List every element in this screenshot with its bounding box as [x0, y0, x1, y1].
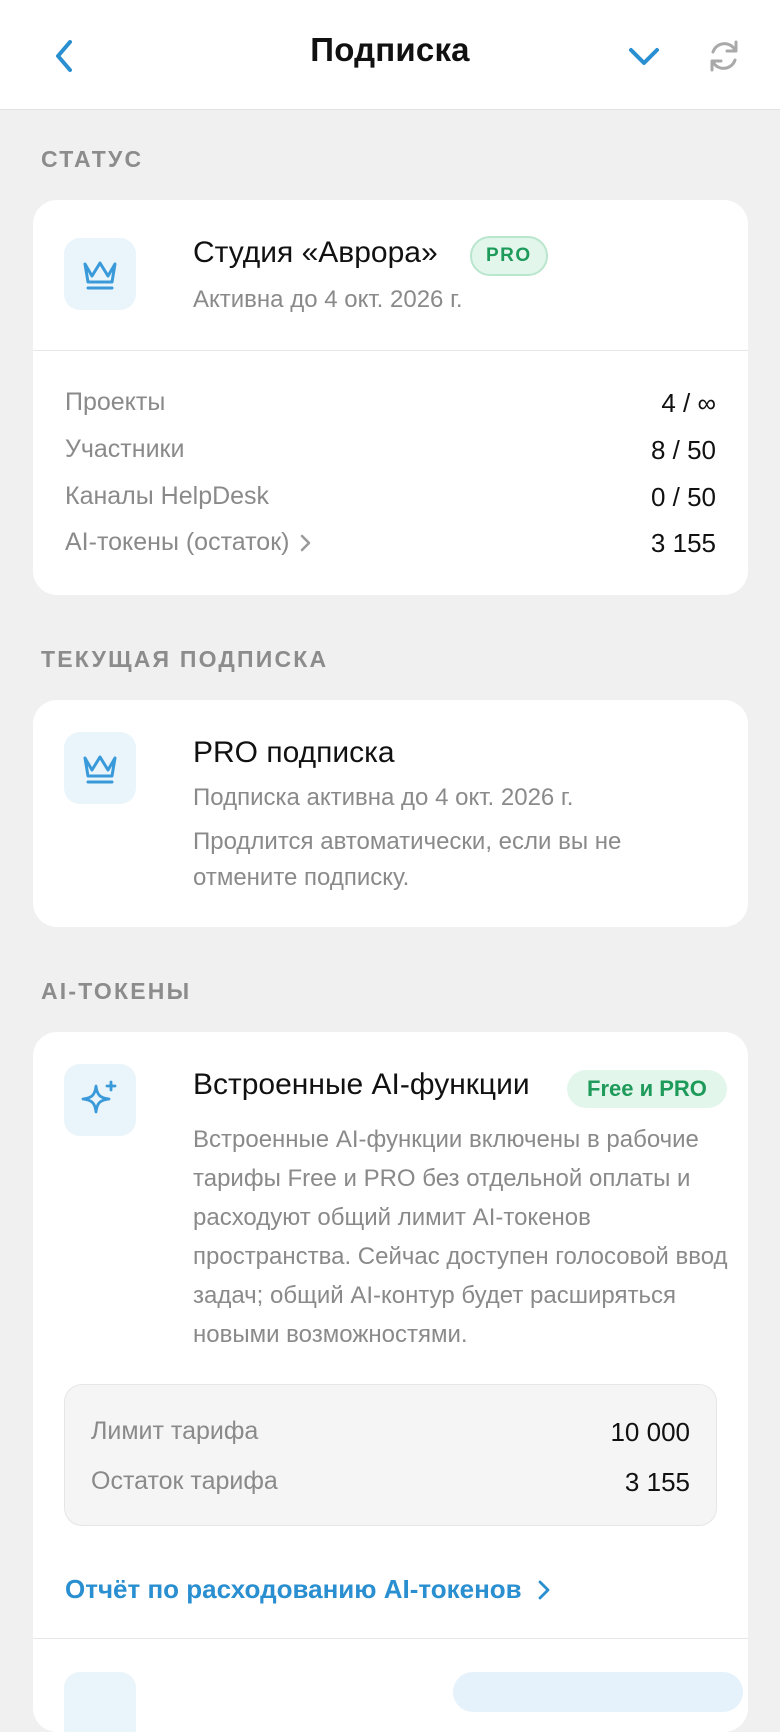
report-link-label: Отчёт по расходованию AI-токенов: [65, 1574, 522, 1604]
organization-active-until: Активна до 4 окт. 2026 г.: [193, 286, 463, 313]
tariff-limits-box: Лимит тарифа 10 000 Остаток тарифа 3 155: [64, 1384, 717, 1526]
limit-label-total: Лимит тарифа: [91, 1417, 259, 1445]
page-title: Подписка: [310, 31, 470, 68]
sparkle-icon: [81, 1080, 117, 1114]
next-item-icon-box: [64, 1672, 136, 1732]
next-item-badge: [453, 1672, 743, 1712]
stat-label-ai-tokens: AI-токены (остаток): [65, 528, 290, 556]
limit-value-total: 10 000: [610, 1417, 690, 1447]
stat-label-members: Участники: [65, 435, 185, 463]
limit-value-remaining: 3 155: [624, 1467, 690, 1497]
stat-label-helpdesk: Каналы HelpDesk: [65, 482, 270, 510]
stat-value-ai-tokens: 3 155: [650, 528, 716, 558]
status-divider: [33, 350, 748, 351]
dropdown-button[interactable]: [626, 40, 662, 72]
current-subscription-card: PRO подписка Подписка активна до 4 окт. …: [33, 700, 748, 927]
refresh-button[interactable]: [706, 37, 742, 75]
subscription-icon-box: [64, 732, 136, 804]
crown-icon: [83, 755, 117, 784]
builtin-ai-description: Встроенные AI-функции включены в рабочие…: [193, 1126, 728, 1348]
stat-value-helpdesk: 0 / 50: [650, 482, 716, 512]
organization-name: Студия «Аврора»: [193, 236, 438, 269]
status-card: Студия «Аврора» PRO Активна до 4 окт. 20…: [33, 200, 748, 595]
section-title-status: СТАТУС: [41, 146, 144, 172]
chevron-right-icon: [538, 1580, 550, 1599]
top-bar: Подписка: [0, 0, 780, 110]
chevron-down-icon: [629, 48, 659, 65]
builtin-ai-title: Встроенные AI-функции: [193, 1068, 530, 1101]
crown-icon: [83, 261, 117, 290]
ai-tokens-card: Встроенные AI-функции Free и PRO Встроен…: [33, 1032, 748, 1732]
ai-tokens-row-link[interactable]: AI-токены (остаток): [65, 528, 313, 557]
ai-icon-box: [64, 1064, 136, 1136]
ai-card-divider: [33, 1638, 748, 1639]
limit-label-remaining: Остаток тарифа: [91, 1467, 278, 1495]
stat-value-projects: 4 / ∞: [661, 388, 716, 418]
chevron-right-icon: [301, 535, 311, 552]
subscription-title: PRO подписка: [193, 736, 395, 769]
status-icon-box: [64, 238, 136, 310]
subscription-renewal-note: Продлится автоматически, если вы не отме…: [193, 828, 622, 891]
stat-label-projects: Проекты: [65, 388, 166, 416]
refresh-icon: [710, 40, 738, 72]
subscription-active-until: Подписка активна до 4 окт. 2026 г.: [193, 784, 574, 811]
ai-tokens-report-link[interactable]: Отчёт по расходованию AI-токенов: [65, 1574, 552, 1605]
stat-value-members: 8 / 50: [650, 435, 716, 465]
tariff-badge: Free и PRO: [567, 1070, 727, 1108]
plan-badge: PRO: [470, 236, 548, 276]
section-title-current-subscription: ТЕКУЩАЯ ПОДПИСКА: [41, 646, 329, 672]
section-title-ai-tokens: AI-ТОКЕНЫ: [41, 978, 192, 1004]
